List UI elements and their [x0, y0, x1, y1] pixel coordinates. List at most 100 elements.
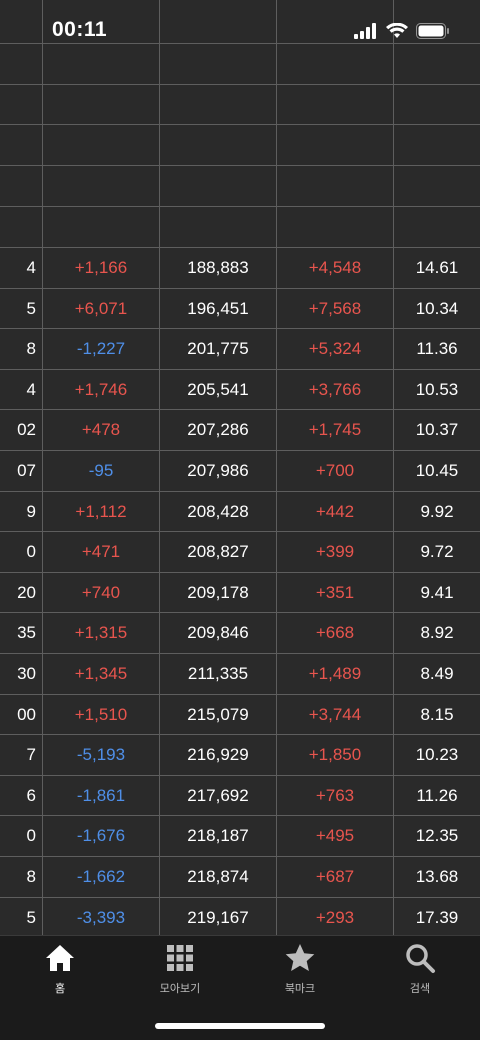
tab-bookmark-label: 북마크: [284, 983, 316, 995]
table-cell-col4: 8.49: [420, 664, 454, 683]
status-time: 00:11: [52, 18, 108, 41]
table-cell-col4: 12.35: [415, 826, 459, 846]
row-divider: [0, 84, 480, 85]
table-row[interactable]: 4 +1,166 188,883 +4,548 14.61: [0, 248, 480, 288]
star-icon: [285, 944, 315, 971]
tab-home-label: 홈: [54, 983, 66, 995]
table-row[interactable]: 00 +1,510 215,079 +3,744 8.15: [0, 695, 480, 735]
table-cell-col0: 5: [26, 907, 36, 927]
table-cell-col4: 9.41: [420, 582, 454, 602]
table-cell-col4: 11.26: [416, 785, 458, 805]
table-cell-col3: +3,744: [308, 704, 362, 724]
table-cell-col0: 8: [26, 339, 36, 359]
tab-bookmark[interactable]: 북마크: [240, 942, 360, 1002]
table-cell-col0: 6: [26, 785, 36, 805]
table-row[interactable]: 9 +1,112 208,428 +442 9.92: [0, 492, 480, 532]
table-cell-col2: 188,883: [187, 258, 249, 277]
table-cell-col2: 196,451: [187, 298, 249, 318]
table-cell-col3: +351: [315, 582, 355, 602]
status-icons: [354, 22, 450, 40]
table-cell-col0: 4: [26, 379, 36, 399]
cellular-signal-icon: [354, 23, 376, 39]
table-row[interactable]: 8 -1,662 218,874 +687 13.68: [0, 857, 480, 897]
table-row[interactable]: 5 +6,071 196,451 +7,568 10.34: [0, 289, 480, 329]
table-cell-col1: +1,345: [74, 664, 128, 683]
row-divider: [0, 124, 480, 125]
table-cell-col1: +471: [81, 542, 121, 562]
table-row[interactable]: 0 +471 208,827 +399 9.72: [0, 532, 480, 572]
table-cell-col0: 7: [26, 745, 36, 765]
table-cell-col0: 0: [26, 542, 36, 562]
table-cell-col2: 215,079: [187, 704, 249, 724]
table-cell-col2: 208,827: [187, 542, 249, 562]
table-cell-col1: -95: [88, 461, 114, 480]
table-cell-col2: 218,187: [187, 826, 249, 846]
table-row[interactable]: 6 -1,861 217,692 +763 11.26: [0, 776, 480, 816]
home-icon: [46, 945, 74, 971]
table-cell-col3: +293: [315, 907, 355, 927]
table-cell-col3: +763: [315, 785, 355, 805]
table-cell-col1: -1,662: [76, 867, 126, 886]
table-cell-col4: 8.15: [420, 704, 454, 724]
table-cell-col4: 10.45: [415, 461, 459, 480]
table-row[interactable]: 20 +740 209,178 +351 9.41: [0, 573, 480, 613]
table-cell-col1: +6,071: [74, 298, 128, 318]
table-cell-col0: 35: [17, 623, 36, 643]
table-cell-col0: 00: [17, 704, 36, 724]
table-cell-col0: 4: [26, 258, 36, 277]
home-indicator[interactable]: [155, 1023, 325, 1029]
table-row[interactable]: 0 -1,676 218,187 +495 12.35: [0, 816, 480, 856]
table-row[interactable]: 5 -3,393 219,167 +293 17.39: [0, 898, 480, 938]
table-cell-col3: +1,745: [308, 420, 362, 440]
table-row[interactable]: 07 -95 207,986 +700 10.45: [0, 451, 480, 491]
table-cell-col3: +442: [315, 501, 355, 521]
table-cell-col1: +1,510: [74, 704, 128, 724]
table-cell-col1: -1,676: [76, 826, 126, 846]
table-cell-col4: 11.36: [416, 339, 458, 359]
table-cell-col0: 30: [17, 664, 36, 683]
tab-home[interactable]: 홈: [0, 942, 120, 1002]
status-bar: 00:11: [0, 0, 480, 44]
table-cell-col2: 207,286: [187, 420, 249, 440]
table-cell-col4: 10.37: [415, 420, 459, 440]
table-cell-col3: +3,766: [308, 379, 362, 399]
table-cell-col2: 205,541: [187, 379, 249, 399]
table-cell-col1: +1,315: [74, 623, 128, 643]
table-cell-col0: 20: [17, 582, 36, 602]
table-cell-col4: 8.92: [420, 623, 454, 643]
table-cell-col2: 211,335: [187, 664, 249, 683]
table-cell-col2: 208,428: [187, 501, 249, 521]
table-cell-col3: +495: [315, 826, 355, 846]
table-row[interactable]: 8 -1,227 201,775 +5,324 11.36: [0, 329, 480, 369]
tab-collection[interactable]: 모아보기: [120, 942, 240, 1002]
table-cell-col0: 9: [26, 501, 36, 521]
table-cell-col4: 10.23: [415, 745, 459, 765]
table-cell-col0: 0: [26, 826, 36, 846]
table-cell-col2: 209,846: [187, 623, 249, 643]
table-cell-col1: -1,227: [76, 339, 126, 359]
table-cell-col1: +740: [81, 582, 121, 602]
table-cell-col2: 207,986: [187, 461, 249, 480]
table-cell-col3: +700: [315, 461, 355, 480]
tab-search[interactable]: 검색: [360, 942, 480, 1002]
tab-collection-label: 모아보기: [159, 983, 201, 995]
table-cell-col4: 9.72: [420, 542, 454, 562]
table-cell-col3: +1,489: [308, 664, 362, 683]
search-icon: [406, 944, 435, 973]
table-row[interactable]: 35 +1,315 209,846 +668 8.92: [0, 613, 480, 653]
table-cell-col1: +478: [81, 420, 121, 440]
wifi-icon: [386, 23, 408, 38]
table-cell-col3: +668: [315, 623, 355, 643]
table-cell-col2: 219,167: [187, 907, 249, 927]
grid-icon: [167, 945, 193, 971]
table-cell-col1: -1,861: [76, 785, 126, 805]
table-cell-col0: 02: [17, 420, 36, 440]
tab-search-label: 검색: [409, 983, 431, 995]
table-row[interactable]: 30 +1,345 211,335 +1,489 8.49: [0, 654, 480, 694]
table-cell-col1: -3,393: [76, 907, 126, 927]
table-cell-col4: 10.34: [415, 298, 459, 318]
table-row[interactable]: 02 +478 207,286 +1,745 10.37: [0, 410, 480, 450]
table-row[interactable]: 4 +1,746 205,541 +3,766 10.53: [0, 370, 480, 410]
table-cell-col3: +1,850: [308, 745, 362, 765]
table-row[interactable]: 7 -5,193 216,929 +1,850 10.23: [0, 735, 480, 775]
